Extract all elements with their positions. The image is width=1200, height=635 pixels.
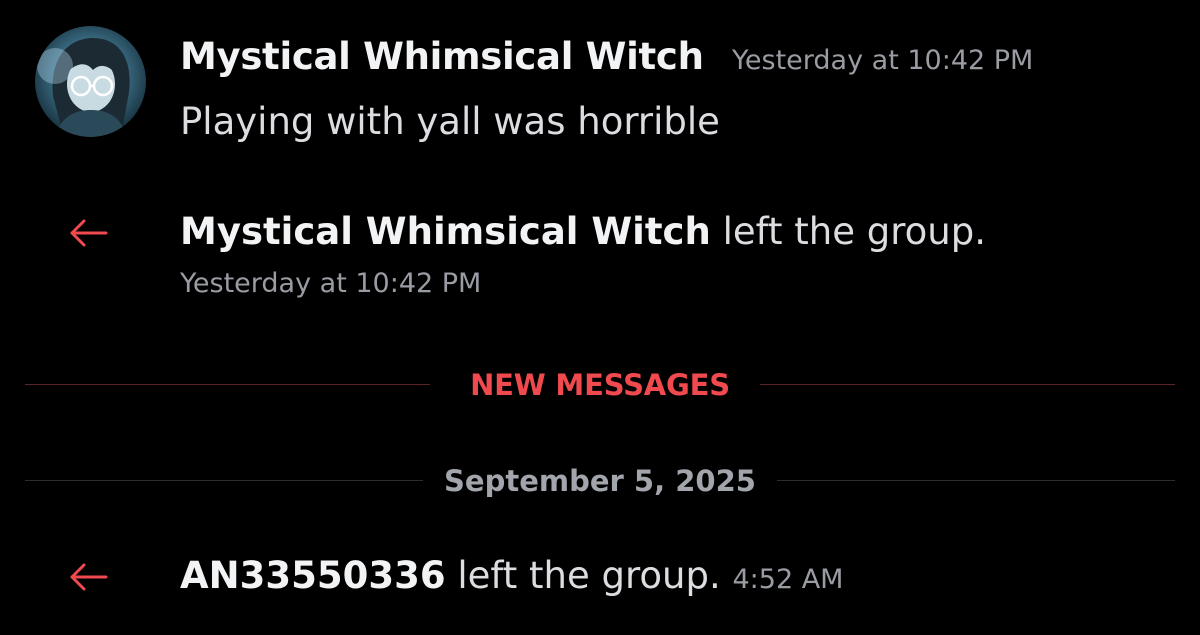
system-event-user[interactable]: AN33550336 <box>180 554 446 597</box>
system-event-left: Mystical Whimsical Witch left the group. <box>180 210 986 253</box>
system-event-timestamp: 4:52 AM <box>732 564 844 595</box>
divider-line <box>777 480 1175 481</box>
arrow-left-icon <box>70 219 108 247</box>
system-event-left: AN33550336 left the group. 4:52 AM <box>180 554 843 597</box>
system-event-timestamp: Yesterday at 10:42 PM <box>180 268 482 299</box>
system-event-action: left the group. <box>457 554 721 597</box>
message-author[interactable]: Mystical Whimsical Witch <box>180 35 704 78</box>
divider-line <box>760 384 1175 385</box>
message-timestamp: Yesterday at 10:42 PM <box>732 45 1034 76</box>
arrow-left-icon <box>70 563 108 591</box>
system-event-action: left the group. <box>722 210 986 253</box>
date-divider: September 5, 2025 <box>25 460 1175 500</box>
avatar[interactable] <box>35 26 146 137</box>
message-text: Playing with yall was horrible <box>180 100 720 143</box>
avatar-image <box>37 38 130 137</box>
new-messages-label: NEW MESSAGES <box>470 368 730 402</box>
date-label: September 5, 2025 <box>444 464 756 498</box>
new-messages-divider: NEW MESSAGES <box>25 364 1175 404</box>
system-event-user[interactable]: Mystical Whimsical Witch <box>180 210 711 253</box>
